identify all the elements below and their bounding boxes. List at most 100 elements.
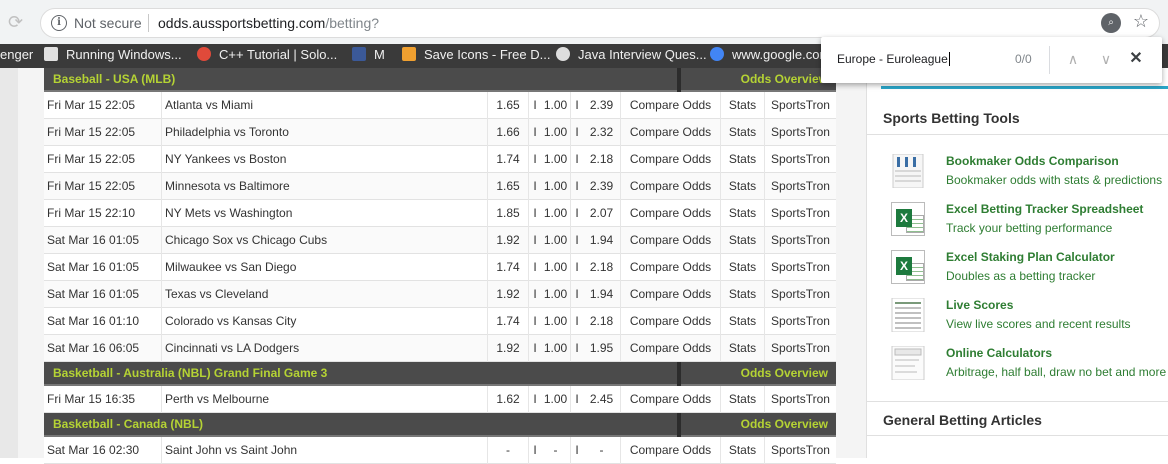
- draw-odds[interactable]: 1.00: [541, 146, 571, 173]
- reload-icon[interactable]: ⟳: [8, 12, 28, 32]
- stats-link[interactable]: Stats: [721, 386, 765, 413]
- match-name[interactable]: Colorado vs Kansas City: [162, 308, 488, 335]
- stats-link[interactable]: Stats: [721, 92, 765, 119]
- sportstron-link[interactable]: SportsTron: [765, 200, 836, 227]
- draw-odds[interactable]: -: [541, 437, 571, 464]
- match-name[interactable]: Minnesota vs Baltimore: [162, 173, 488, 200]
- tool-title[interactable]: Excel Betting Tracker Spreadsheet: [946, 202, 1143, 216]
- away-odds[interactable]: 2.18: [583, 146, 621, 173]
- tool-item[interactable]: X Excel Staking Plan Calculator Doubles …: [891, 250, 1168, 290]
- match-name[interactable]: Texas vs Cleveland: [162, 281, 488, 308]
- section-title[interactable]: Basketball - Canada (NBL): [53, 417, 203, 431]
- away-odds[interactable]: 1.94: [583, 227, 621, 254]
- bookmark-item[interactable]: Save Icons - Free D...: [402, 44, 550, 68]
- stats-link[interactable]: Stats: [721, 335, 765, 362]
- home-odds[interactable]: 1.74: [488, 308, 529, 335]
- tool-item[interactable]: X Excel Betting Tracker Spreadsheet Trac…: [891, 202, 1168, 242]
- sportstron-link[interactable]: SportsTron: [765, 335, 836, 362]
- stats-link[interactable]: Stats: [721, 200, 765, 227]
- away-odds[interactable]: 2.39: [583, 173, 621, 200]
- home-odds[interactable]: 1.65: [488, 173, 529, 200]
- compare-odds-link[interactable]: Compare Odds: [621, 254, 721, 281]
- url-text[interactable]: odds.aussportsbetting.com/betting?: [158, 15, 379, 31]
- section-title[interactable]: Baseball - USA (MLB): [53, 72, 175, 86]
- home-odds[interactable]: 1.66: [488, 119, 529, 146]
- compare-odds-link[interactable]: Compare Odds: [621, 173, 721, 200]
- sportstron-link[interactable]: SportsTron: [765, 146, 836, 173]
- address-bar[interactable]: i Not secure odds.aussportsbetting.com/b…: [40, 8, 1160, 38]
- odds-overview-link[interactable]: Odds Overview: [741, 417, 828, 431]
- bookmark-item[interactable]: Running Windows...: [44, 44, 182, 68]
- bookmark-item[interactable]: www.google.com: [710, 44, 830, 68]
- compare-odds-link[interactable]: Compare Odds: [621, 119, 721, 146]
- draw-odds[interactable]: 1.00: [541, 173, 571, 200]
- tool-item[interactable]: Bookmaker Odds Comparison Bookmaker odds…: [891, 153, 1168, 194]
- odds-overview-link[interactable]: Odds Overview: [741, 72, 828, 86]
- tool-item[interactable]: Live Scores View live scores and recent …: [891, 297, 1168, 338]
- find-next-icon[interactable]: ∨: [1096, 49, 1116, 69]
- sportstron-link[interactable]: SportsTron: [765, 173, 836, 200]
- home-odds[interactable]: 1.65: [488, 92, 529, 119]
- compare-odds-link[interactable]: Compare Odds: [621, 386, 721, 413]
- match-name[interactable]: Philadelphia vs Toronto: [162, 119, 488, 146]
- sportstron-link[interactable]: SportsTron: [765, 254, 836, 281]
- compare-odds-link[interactable]: Compare Odds: [621, 335, 721, 362]
- compare-odds-link[interactable]: Compare Odds: [621, 437, 721, 464]
- compare-odds-link[interactable]: Compare Odds: [621, 92, 721, 119]
- match-name[interactable]: NY Yankees vs Boston: [162, 146, 488, 173]
- bookmark-item[interactable]: enger: [0, 44, 33, 68]
- stats-link[interactable]: Stats: [721, 119, 765, 146]
- draw-odds[interactable]: 1.00: [541, 119, 571, 146]
- draw-odds[interactable]: 1.00: [541, 227, 571, 254]
- info-icon[interactable]: i: [51, 15, 67, 31]
- compare-odds-link[interactable]: Compare Odds: [621, 227, 721, 254]
- sportstron-link[interactable]: SportsTron: [765, 308, 836, 335]
- stats-link[interactable]: Stats: [721, 173, 765, 200]
- home-odds[interactable]: 1.62: [488, 386, 529, 413]
- sportstron-link[interactable]: SportsTron: [765, 92, 836, 119]
- tool-title[interactable]: Live Scores: [946, 298, 1013, 312]
- away-odds[interactable]: 1.94: [583, 281, 621, 308]
- away-odds[interactable]: 2.18: [583, 308, 621, 335]
- draw-odds[interactable]: 1.00: [541, 92, 571, 119]
- match-name[interactable]: Atlanta vs Miami: [162, 92, 488, 119]
- compare-odds-link[interactable]: Compare Odds: [621, 308, 721, 335]
- away-odds[interactable]: 2.18: [583, 254, 621, 281]
- away-odds[interactable]: 2.32: [583, 119, 621, 146]
- bookmark-item[interactable]: Java Interview Ques...: [556, 44, 707, 68]
- bookmark-item[interactable]: M: [352, 44, 385, 68]
- home-odds[interactable]: 1.92: [488, 227, 529, 254]
- draw-odds[interactable]: 1.00: [541, 386, 571, 413]
- odds-overview-link[interactable]: Odds Overview: [741, 366, 828, 380]
- away-odds[interactable]: 1.95: [583, 335, 621, 362]
- stats-link[interactable]: Stats: [721, 146, 765, 173]
- home-odds[interactable]: 1.74: [488, 146, 529, 173]
- away-odds[interactable]: 2.07: [583, 200, 621, 227]
- bookmark-star-icon[interactable]: ☆: [1133, 11, 1149, 32]
- stats-link[interactable]: Stats: [721, 308, 765, 335]
- compare-odds-link[interactable]: Compare Odds: [621, 200, 721, 227]
- away-odds[interactable]: 2.39: [583, 92, 621, 119]
- match-name[interactable]: NY Mets vs Washington: [162, 200, 488, 227]
- draw-odds[interactable]: 1.00: [541, 281, 571, 308]
- sportstron-link[interactable]: SportsTron: [765, 281, 836, 308]
- bookmark-item[interactable]: C++ Tutorial | Solo...: [197, 44, 337, 68]
- draw-odds[interactable]: 1.00: [541, 254, 571, 281]
- match-name[interactable]: Chicago Sox vs Chicago Cubs: [162, 227, 488, 254]
- sportstron-link[interactable]: SportsTron: [765, 119, 836, 146]
- not-secure-label[interactable]: Not secure: [74, 15, 142, 31]
- draw-odds[interactable]: 1.00: [541, 200, 571, 227]
- home-odds[interactable]: 1.85: [488, 200, 529, 227]
- find-prev-icon[interactable]: ∧: [1063, 49, 1083, 69]
- home-odds[interactable]: -: [488, 437, 529, 464]
- zoom-icon[interactable]: ⌕: [1101, 13, 1121, 33]
- find-close-icon[interactable]: ✕: [1126, 49, 1146, 69]
- stats-link[interactable]: Stats: [721, 227, 765, 254]
- compare-odds-link[interactable]: Compare Odds: [621, 281, 721, 308]
- stats-link[interactable]: Stats: [721, 437, 765, 464]
- tool-title[interactable]: Online Calculators: [946, 346, 1052, 360]
- home-odds[interactable]: 1.74: [488, 254, 529, 281]
- stats-link[interactable]: Stats: [721, 281, 765, 308]
- match-name[interactable]: Saint John vs Saint John: [162, 437, 488, 464]
- match-name[interactable]: Milwaukee vs San Diego: [162, 254, 488, 281]
